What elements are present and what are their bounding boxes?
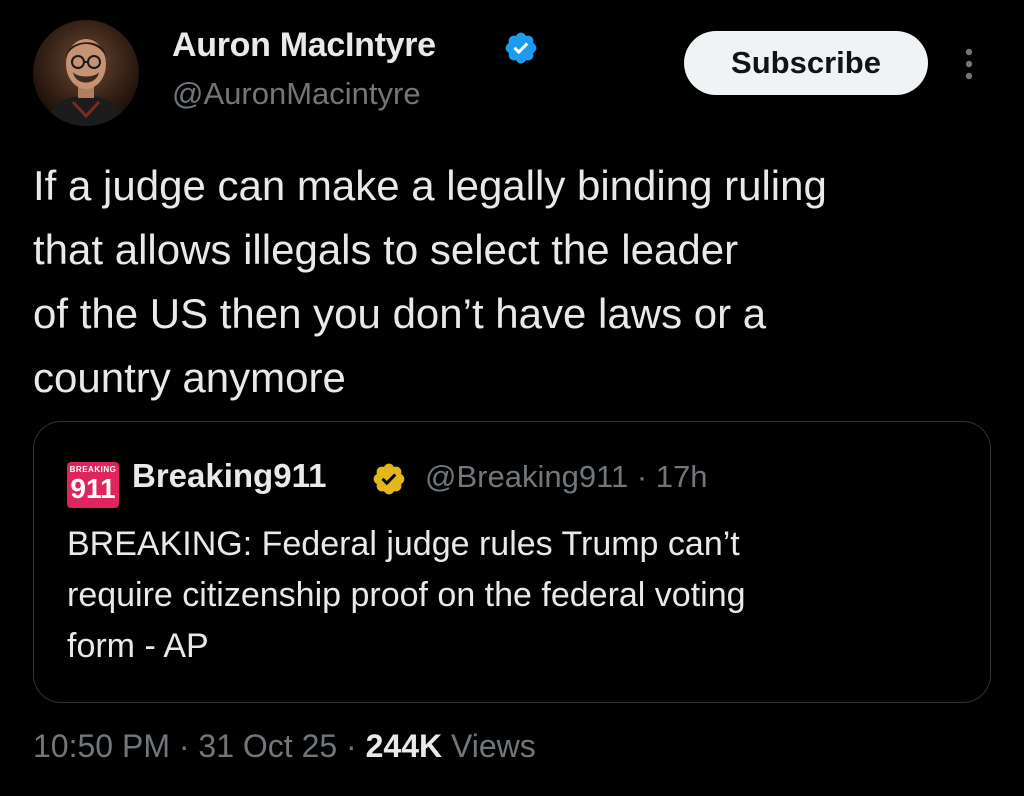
quote-handle-time: @Breaking911 · 17h <box>425 459 708 494</box>
breaking911-logo: BREAKING 911 <box>67 462 119 508</box>
tweet: Auron MacIntyre @AuronMacintyre Subscrib… <box>0 0 1024 796</box>
meta-separator: · <box>169 728 199 764</box>
more-icon[interactable] <box>958 44 980 84</box>
meta-separator: · <box>337 728 366 764</box>
tweet-time[interactable]: 10:50 PM <box>33 728 170 764</box>
author-name[interactable]: Auron MacIntyre <box>172 26 436 65</box>
views-label: Views <box>442 728 536 764</box>
views-count: 244K <box>365 728 443 764</box>
quote-author-name: Breaking911 <box>132 457 327 494</box>
avatar-portrait <box>43 39 129 126</box>
tweet-meta: 10:50 PM · 31 Oct 25 · 244K Views <box>33 728 536 765</box>
tweet-date[interactable]: 31 Oct 25 <box>198 728 337 764</box>
verified-icon <box>505 32 537 64</box>
avatar[interactable] <box>33 20 139 126</box>
quote-text: BREAKING: Federal judge rules Trump can’… <box>67 525 746 665</box>
logo-number: 911 <box>70 473 116 504</box>
author-handle[interactable]: @AuronMacintyre <box>172 76 421 112</box>
quoted-tweet-card[interactable]: BREAKING 911 Breaking911 @Breaking911 · … <box>33 421 991 703</box>
subscribe-button[interactable]: Subscribe <box>684 31 928 95</box>
gold-verified-icon <box>373 463 405 495</box>
tweet-text: If a judge can make a legally binding ru… <box>33 162 827 401</box>
